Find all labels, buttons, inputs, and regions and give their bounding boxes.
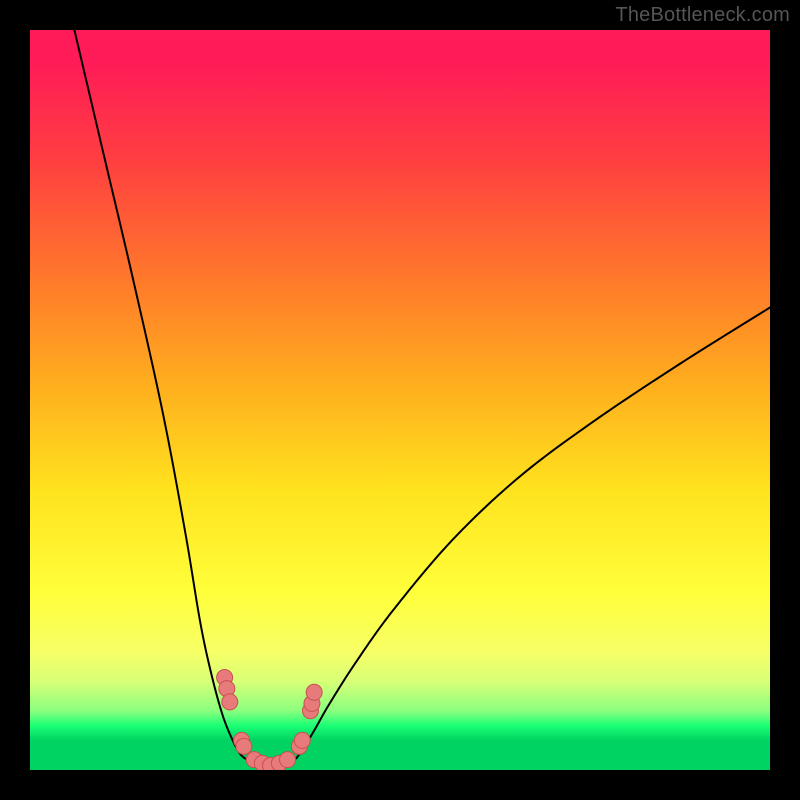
data-lines	[74, 30, 770, 766]
chart-frame: TheBottleneck.com	[0, 0, 800, 800]
chart-overlay	[30, 30, 770, 770]
series-right-curve	[296, 308, 770, 759]
watermark-text: TheBottleneck.com	[615, 4, 790, 27]
plot-area	[30, 30, 770, 770]
marker-dot	[236, 738, 252, 754]
marker-dot	[306, 684, 322, 700]
marker-dot	[294, 732, 310, 748]
series-left-curve	[74, 30, 244, 758]
marker-dot	[280, 752, 296, 768]
data-markers	[217, 670, 323, 771]
marker-dot	[222, 694, 238, 710]
